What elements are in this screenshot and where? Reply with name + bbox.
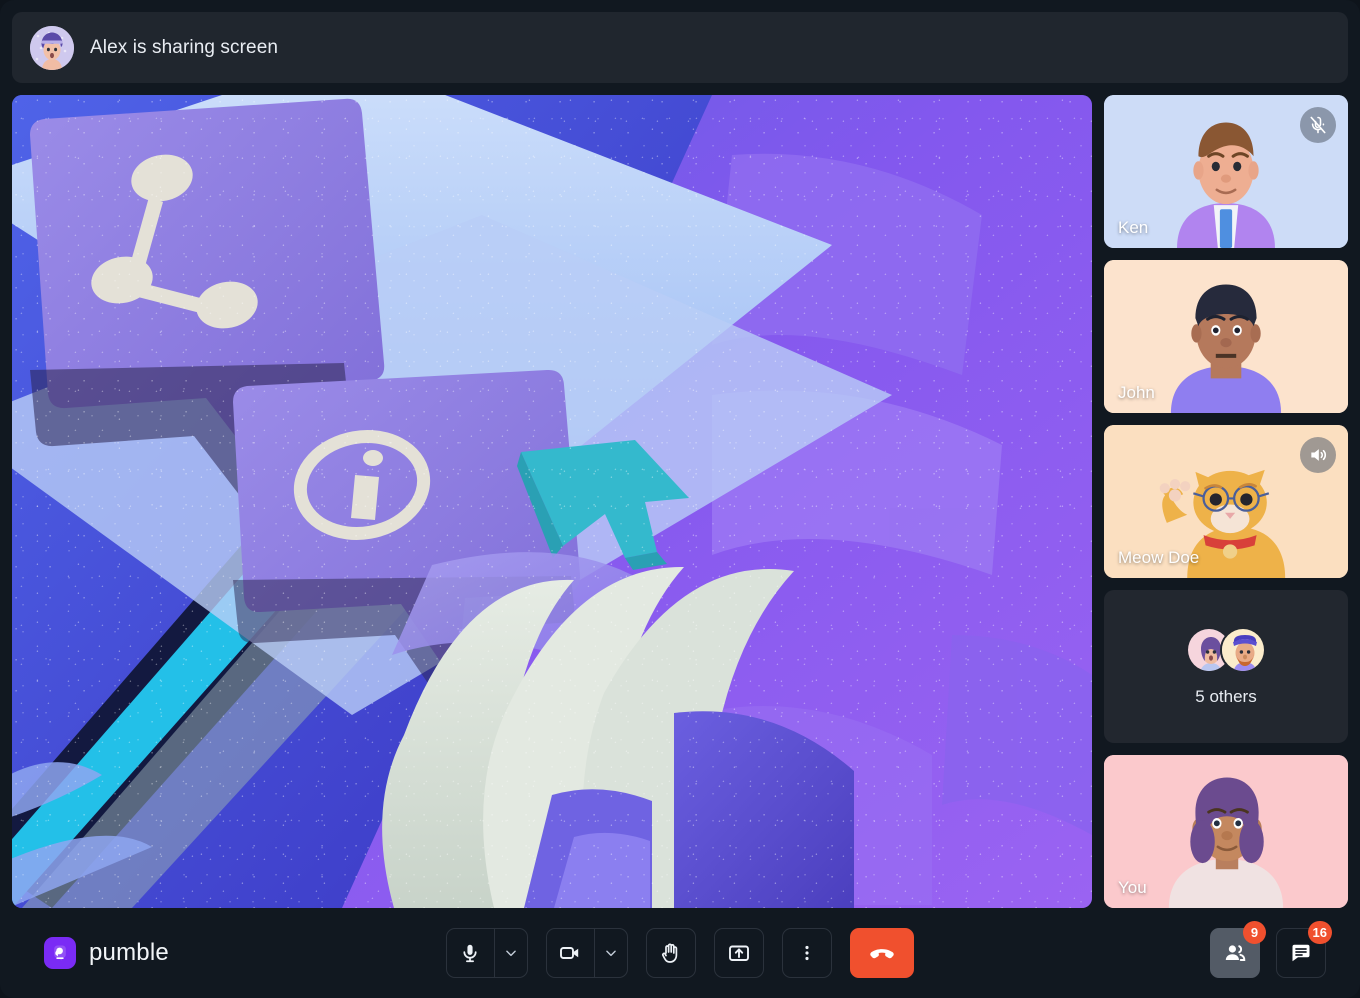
chat-count-badge: 16 xyxy=(1308,921,1332,944)
participant-tile-meow-doe[interactable]: Meow Doe xyxy=(1104,425,1348,578)
brand-name: pumble xyxy=(89,939,169,967)
participant-name-you: You xyxy=(1118,878,1147,898)
speaker-icon xyxy=(1308,445,1328,465)
more-options-button[interactable] xyxy=(782,928,832,978)
raise-hand-icon xyxy=(659,941,683,965)
others-label: 5 others xyxy=(1195,687,1256,707)
center-controls xyxy=(446,928,914,978)
participants-rail: Ken John xyxy=(1104,95,1348,908)
avatar-man-cap-beard xyxy=(1220,627,1266,673)
participant-tile-you[interactable]: You xyxy=(1104,755,1348,908)
participant-name-meow-doe: Meow Doe xyxy=(1118,548,1199,568)
shared-screen-stage[interactable] xyxy=(12,95,1092,908)
sharer-avatar xyxy=(30,26,74,70)
meeting-window: Alex is sharing screen xyxy=(0,0,1360,998)
more-vertical-icon xyxy=(797,943,817,963)
raise-hand-button[interactable] xyxy=(646,928,696,978)
participants-count-badge: 9 xyxy=(1243,921,1266,944)
mic-muted-icon xyxy=(1308,115,1328,135)
screen-share-banner: Alex is sharing screen xyxy=(12,12,1348,83)
meeting-toolbar: pumble xyxy=(0,908,1360,998)
participant-name-ken: Ken xyxy=(1118,218,1148,238)
chat-icon xyxy=(1289,941,1313,965)
others-avatar-group xyxy=(1186,627,1266,673)
others-tile[interactable]: 5 others xyxy=(1104,590,1348,743)
chevron-down-icon xyxy=(604,946,618,960)
people-icon xyxy=(1223,941,1247,965)
video-camera-icon xyxy=(558,941,582,965)
pumble-logo-icon xyxy=(44,937,76,969)
brand: pumble xyxy=(44,937,169,969)
microphone-icon xyxy=(459,942,481,964)
shared-screen-artwork xyxy=(12,95,1092,908)
speaker-badge-meow-doe xyxy=(1300,437,1336,473)
participant-tile-john[interactable]: John xyxy=(1104,260,1348,413)
end-call-button[interactable] xyxy=(850,928,914,978)
mic-muted-badge-ken xyxy=(1300,107,1336,143)
participant-name-john: John xyxy=(1118,383,1155,403)
camera-control[interactable] xyxy=(546,928,628,978)
camera-button[interactable] xyxy=(547,929,594,977)
participant-tile-ken[interactable]: Ken xyxy=(1104,95,1348,248)
microphone-control[interactable] xyxy=(446,928,528,978)
chat-button[interactable]: 16 xyxy=(1276,928,1326,978)
share-screen-button[interactable] xyxy=(714,928,764,978)
camera-options-button[interactable] xyxy=(594,929,627,977)
hang-up-icon xyxy=(868,939,896,967)
share-banner-text: Alex is sharing screen xyxy=(90,37,278,59)
participants-button[interactable]: 9 xyxy=(1210,928,1260,978)
right-controls: 9 16 xyxy=(1210,928,1326,978)
microphone-options-button[interactable] xyxy=(494,929,527,977)
screen-share-icon xyxy=(727,941,751,965)
microphone-button[interactable] xyxy=(447,929,494,977)
chevron-down-icon xyxy=(504,946,518,960)
